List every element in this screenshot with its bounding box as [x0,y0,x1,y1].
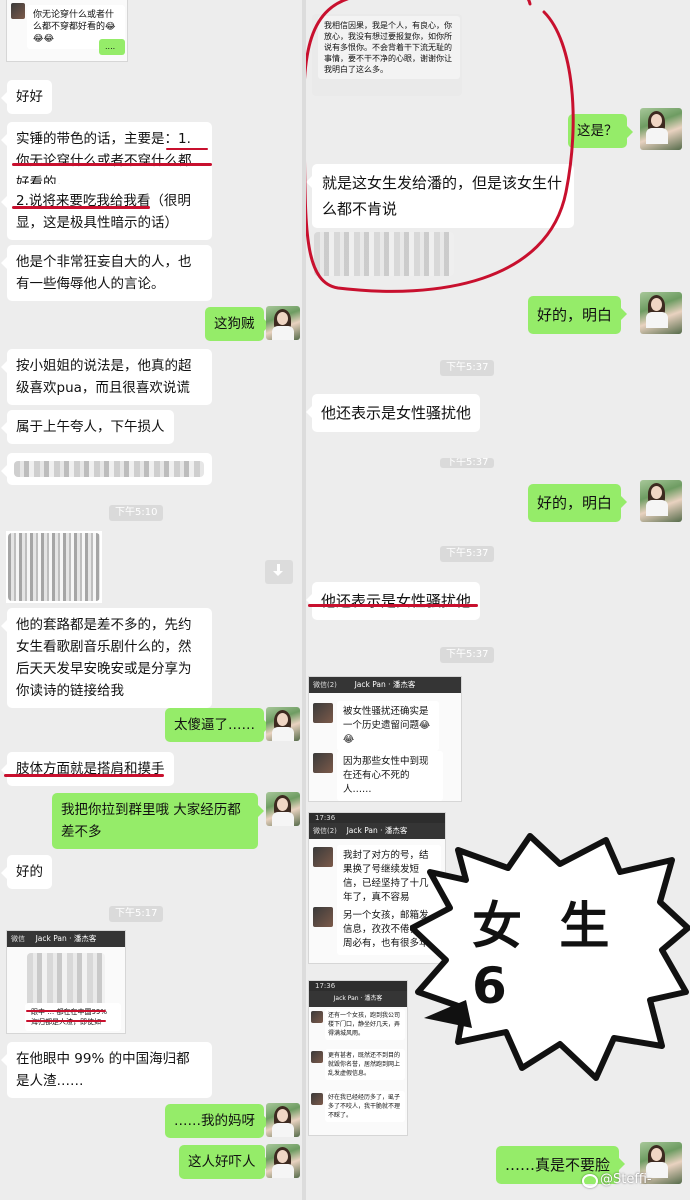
red-underline [166,148,208,150]
user-avatar [266,306,300,340]
blurred-text [14,461,204,477]
user-avatar [640,480,682,522]
embedded-message: 好在我已经经历多了，虱子多了不咬人，我干脆就不理不睬了。 [325,1091,405,1122]
embedded-avatar [313,703,333,723]
msg-shabi: 太傻逼了…… [165,708,270,742]
timestamp: 下午5:37 [440,458,495,468]
msg-morning-praise: 属于上午夸人，下午损人 [1,410,174,444]
user-avatar [266,1144,300,1178]
embedded-avatar [313,753,333,773]
embedded-avatar [313,847,333,867]
user-avatar [266,792,300,826]
watermark: @Steffi- [600,1172,652,1187]
left-chat-screenshot: 你无论穿什么或者什么都不穿都好看的😂😂😂 .... 好好 实锤的带色的话，主要是… [0,0,302,1200]
red-underline [4,774,164,777]
timestamp: 下午5:10 [109,505,164,521]
msg-haohao: 好好 [1,80,52,114]
embedded-out-bubble: .... [99,39,125,55]
embedded-screenshot-top: 你无论穿什么或者什么都不穿都好看的😂😂😂 .... [6,0,128,62]
msg-gouzei: 这狗贼 [205,307,269,341]
embedded-avatar [311,1093,323,1105]
embedded-status-bar: 17:36 [309,813,445,823]
timestamp: 下午5:37 [440,546,495,562]
embedded-article-image [6,531,102,603]
msg-haode-mingbai-1: 好的，明白 [528,296,628,334]
weibo-icon [582,1174,598,1188]
download-icon[interactable] [265,560,293,584]
embedded-screenshot-a: 微信(2) Jack Pan · 潘杰客 被女性骚扰还确实是一个历史遗留问题😂😂 … [308,676,462,802]
embedded-message: 因为那些女性中到现在还有心不死的人…… [337,751,443,801]
red-annotation [26,1010,106,1012]
msg-mama: ……我的妈呀 [165,1104,270,1138]
embedded-avatar [311,1011,323,1023]
embedded-title-bar: Jack Pan · 潘杰客 [309,991,407,1007]
user-avatar [266,707,300,741]
embedded-message: 还有一个女孩，跑到我公司楼下门口，静坐好几天，弄得满城风雨。 [325,1009,405,1040]
red-underline [308,604,478,607]
embedded-message: 更有甚者，既然还不到目的就毁你名誉，居然跑到网上乱发虚假信息。 [325,1049,405,1080]
timestamp: 下午5:37 [440,647,495,663]
msg-pua: 按小姐姐的说法是，他真的超级喜欢pua，而且很喜欢说谎 [1,349,212,405]
article-text-blur [8,533,100,601]
embedded-screenshot-c: 17:36 Jack Pan · 潘杰客 还有一个女孩，跑到我公司楼下门口，静坐… [308,980,408,1136]
red-underline [12,206,150,209]
user-avatar [640,292,682,334]
user-avatar [266,1103,300,1137]
msg-haode-mingbai-2: 好的，明白 [528,484,628,522]
timestamp: 下午5:37 [440,360,495,376]
embedded-avatar [311,1051,323,1063]
red-circle-annotation [306,0,575,293]
embedded-avatar [313,907,333,927]
embedded-title-bar: 微信(2) Jack Pan · 潘杰客 [309,677,461,693]
red-underline [12,163,212,166]
msg-arrogant: 他是个非常狂妄自大的人，也有一些侮辱他人的言论。 [1,245,212,301]
msg-haode: 好的 [1,855,52,889]
msg-xiaren: 这人好吓人 [179,1145,270,1179]
embedded-message: 被女性骚扰还确实是一个历史遗留问题😂😂 [337,701,439,751]
msg-harassment-2: 他还表示是女性骚扰他 [306,582,481,620]
msg-physical: 肢体方面就是搭肩和摸手 [1,752,174,786]
msg-routine: 他的套路都是差不多的，先约女生看歌剧音乐剧什么的，然后天天发早安晚安或是分享为你… [1,608,212,708]
timestamp: 下午5:17 [109,906,164,922]
embedded-avatar [11,3,25,19]
msg-haigui: 在他眼中 99% 的中国海归都是人渣…… [1,1042,212,1098]
red-annotation [26,1020,106,1022]
embedded-status-bar: 17:36 [309,981,407,991]
msg-harassment-1: 他还表示是女性骚扰他 [306,394,481,432]
embedded-message: 跟中 … 都在在中国99% 海归都是人渣，即使如 [25,1003,121,1031]
msg-evidence-2: 2.说将来要吃我给我看（很明显，这是极具性暗示的话） [1,184,212,240]
msg-add-group: 我把你拉到群里哦 大家经历都差不多 [52,793,264,849]
sticker-text: 女 生 6 [472,897,620,1015]
embedded-screenshot-chat: 微信 Jack Pan · 潘杰客 跟中 … 都在在中国99% 海归都是人渣，即使… [6,930,126,1034]
embedded-title-bar: 微信 Jack Pan · 潘杰客 [7,931,125,947]
user-avatar [640,108,682,150]
